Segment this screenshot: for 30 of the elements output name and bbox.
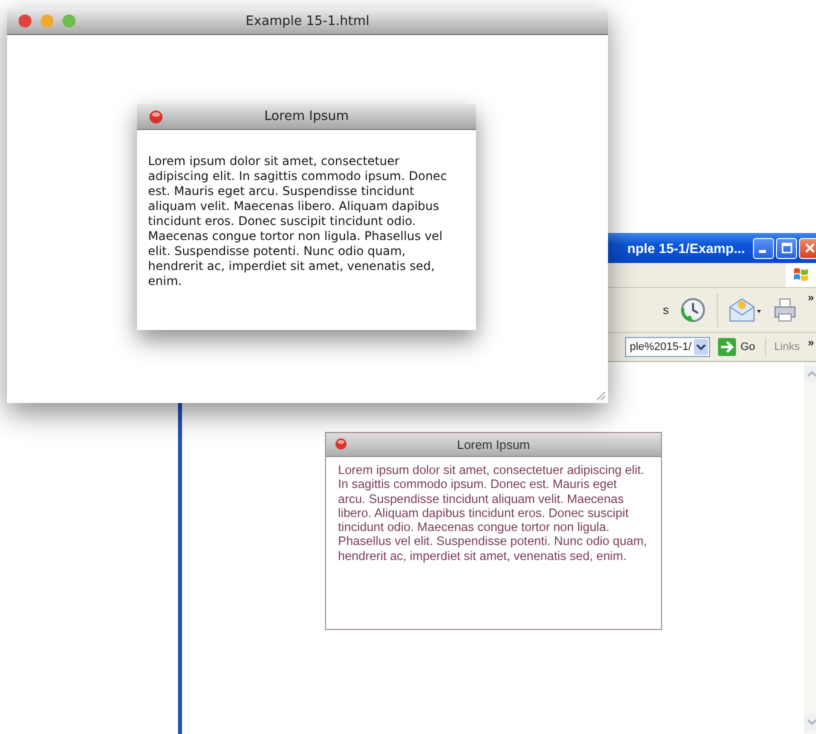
minimize-icon [758,250,766,253]
scroll-up-icon[interactable] [804,366,816,382]
window-title: Example 15-1.html [246,14,370,28]
close-icon [804,242,816,254]
dialog-title: Lorem Ipsum [264,109,349,124]
maximize-icon [780,242,792,254]
window-controls-icon[interactable] [18,14,76,28]
close-icon[interactable] [335,438,347,450]
close-button[interactable] [799,238,816,258]
dialog-title: Lorem Ipsum [457,438,530,452]
address-field[interactable]: ple%2015-1/ [624,337,710,357]
toolbar-label[interactable]: s [662,303,669,317]
scroll-down-icon[interactable] [804,714,816,730]
dialog-text: Lorem ipsum dolor sit amet, consectetuer adipiscing elit. In sagittis commodo ipsum. Donec est. Mauris eget arcu. Suspendisse tincidunt aliquam velit. Maecenas libero. Aliquam dapibus tincidunt eros. Donec suscipit tincidunt odio. Maecenas congue tortor non ligula. Phasellus vel elit. Suspendisse potenti. Nunc odio quam, hendrerit ac, imperdiet sit amet, venenatis sed, enim. [147,153,448,289]
window-title: nple 15-1/Examp... [627,240,745,256]
dropdown-icon[interactable] [694,339,708,355]
arrow-icon [718,338,736,356]
mail-icon[interactable] [728,297,762,323]
dialog-text: Lorem ipsum dolor sit amet, consectetuer adipiscing elit. In sagittis commodo ipsum. Donec est. Mauris eget arcu. Suspendisse tincidunt aliquam velit. Maecenas libero. Aliquam dapibus tincidunt eros. Donec suscipit tincidunt odio. Maecenas congue tortor non ligula. Phasellus vel elit. Suspendisse potenti. Nunc odio quam, hendrerit ac, imperdiet sit amet, venenatis sed, enim. [337,462,648,564]
go-button[interactable]: Go [718,338,766,356]
close-icon[interactable] [149,110,163,124]
scrollbar[interactable] [804,362,816,734]
printer-icon[interactable] [772,297,798,323]
resize-grip-icon[interactable] [596,391,606,401]
minimize-button[interactable] [753,238,774,258]
more-chevron[interactable]: » [808,292,814,304]
links-chevron[interactable]: » [808,337,814,349]
history-icon[interactable] [678,296,707,324]
maximize-button[interactable] [776,238,797,258]
windows-logo-icon [786,263,816,287]
